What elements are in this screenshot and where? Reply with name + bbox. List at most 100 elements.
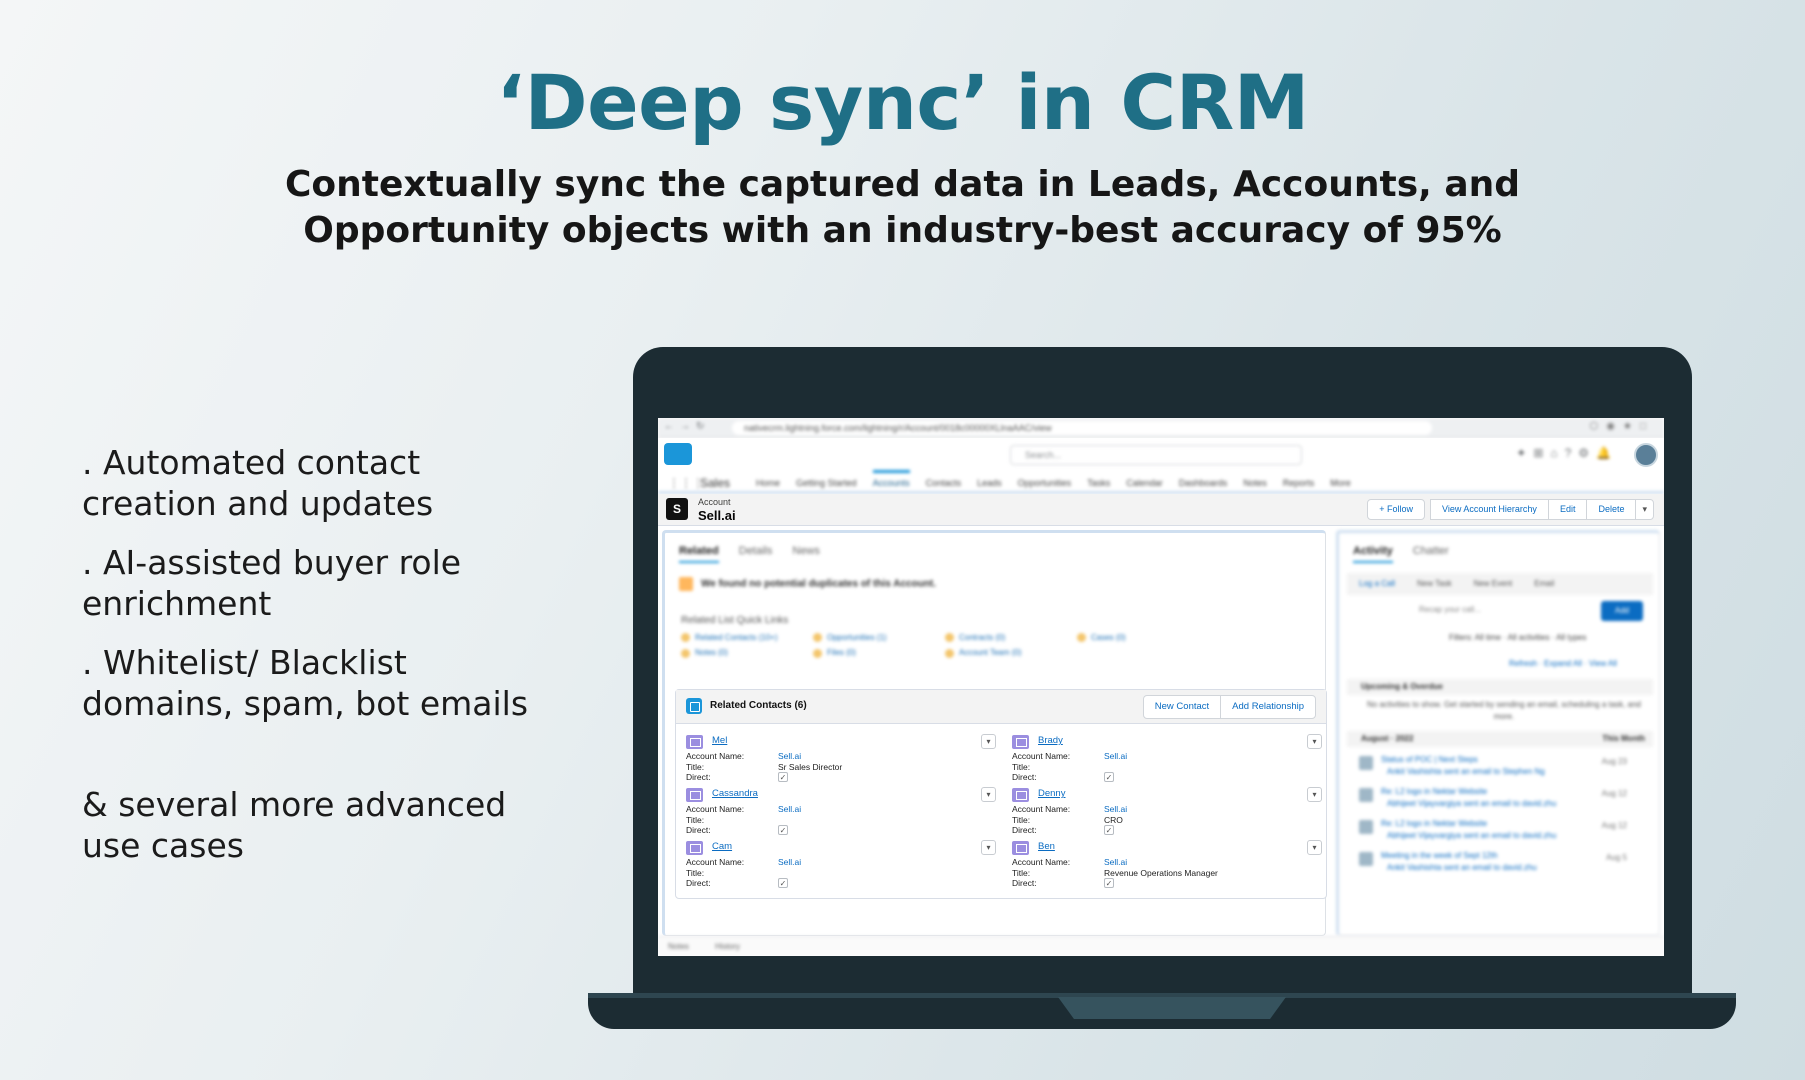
footer-notes[interactable]: Notes (668, 942, 689, 951)
contact-name-link[interactable]: Denny (1038, 788, 1065, 800)
row-actions-chevron-icon[interactable]: ▾ (981, 787, 996, 802)
account-name-value[interactable]: Sell.ai (1104, 751, 1127, 762)
subtab-log-a-call[interactable]: Log a Call (1359, 573, 1395, 595)
direct-checkbox: ✓ (778, 825, 788, 835)
browser-url[interactable]: nativecrm.lightning.force.com/lightning/… (732, 421, 1432, 435)
add-relationship-button[interactable]: Add Relationship (1220, 695, 1316, 719)
contact-icon (686, 841, 703, 855)
contact-tile: Cam ▾ Account Name: Sell.ai Title: Direct… (686, 838, 996, 890)
quick-link[interactable]: Notes (0) (681, 648, 813, 657)
header-utility-icons[interactable]: ✦⊞⌂?⚙🔔 (1516, 446, 1618, 460)
footer-history[interactable]: History (715, 942, 740, 951)
contact-name-link[interactable]: Cam (712, 841, 732, 853)
recap-call-input[interactable]: Recap your call... (1419, 605, 1569, 614)
quick-link[interactable]: Cases (0) (1077, 633, 1209, 642)
quick-link[interactable]: Account Team (0) (945, 648, 1077, 657)
tab-activity[interactable]: Activity (1353, 545, 1393, 563)
follow-button[interactable]: + Follow (1367, 499, 1426, 520)
nav-item-accounts[interactable]: Accounts (872, 470, 910, 488)
activity-item[interactable]: Status of POC | Next Steps Ankit Vashish… (1349, 753, 1649, 783)
nav-item-tasks[interactable]: Tasks (1087, 478, 1110, 488)
activity-item[interactable]: Re: L2 logo in Nektar Website Abhijeet V… (1349, 785, 1649, 815)
tab-details[interactable]: Details (739, 545, 773, 563)
edit-button[interactable]: Edit (1547, 499, 1588, 520)
more-actions-chevron-icon[interactable]: ▾ (1635, 499, 1654, 520)
account-name-label: Account Name: (1012, 857, 1071, 867)
contact-name-link[interactable]: Ben (1038, 841, 1055, 853)
activity-subtabs: Log a Call New Task New Event Email (1347, 573, 1653, 595)
account-name-value[interactable]: Sell.ai (1104, 857, 1127, 868)
contact-name-link[interactable]: Mel (712, 735, 727, 747)
browser-nav-icons[interactable]: ←→↻ (664, 421, 710, 432)
row-actions-chevron-icon[interactable]: ▾ (981, 734, 996, 749)
subtab-new-event[interactable]: New Event (1474, 573, 1513, 595)
activity-filters[interactable]: Filters: All time · All activities · All… (1449, 633, 1586, 642)
salesforce-logo[interactable] (664, 443, 692, 465)
nav-item-more[interactable]: More (1330, 478, 1351, 488)
account-icon: S (666, 498, 688, 520)
avatar[interactable] (1634, 443, 1658, 467)
account-name-value[interactable]: Sell.ai (778, 751, 801, 762)
title-value: CRO (1104, 814, 1123, 825)
feature-item: . Whitelist/ Blacklist domains, spam, bo… (82, 643, 529, 723)
nav-item-getting-started[interactable]: Getting Started (796, 478, 857, 488)
quick-link[interactable]: Contracts (0) (945, 633, 1077, 642)
view-account-hierarchy-button[interactable]: View Account Hierarchy (1430, 499, 1549, 520)
warning-icon (679, 577, 693, 591)
nav-item-dashboards[interactable]: Dashboards (1179, 478, 1228, 488)
nav-item-leads[interactable]: Leads (977, 478, 1002, 488)
quick-links: Related Contacts (10+) Opportunities (1)… (681, 633, 1209, 658)
quick-link[interactable]: Related Contacts (10+) (681, 633, 813, 642)
tab-news[interactable]: News (792, 545, 820, 563)
nav-item-reports[interactable]: Reports (1283, 478, 1315, 488)
activity-panel: Activity Chatter Log a Call New Task New… (1336, 530, 1660, 936)
headline: ‘Deep sync’ in CRM (496, 58, 1309, 147)
tab-related[interactable]: Related (679, 545, 719, 563)
row-actions-chevron-icon[interactable]: ▾ (1307, 840, 1322, 855)
app-header: Search... ✦⊞⌂?⚙🔔 (658, 438, 1664, 472)
subtab-new-task[interactable]: New Task (1417, 573, 1452, 595)
contact-name-link[interactable]: Cassandra (712, 788, 758, 800)
month-section-header[interactable]: August · 2022 This Month (1347, 731, 1653, 747)
activity-tabs: Activity Chatter (1353, 545, 1449, 563)
direct-checkbox: ✓ (1104, 878, 1114, 888)
account-name-value[interactable]: Sell.ai (778, 804, 801, 815)
tab-chatter[interactable]: Chatter (1413, 545, 1449, 563)
account-name-label: Account Name: (686, 857, 745, 867)
subtab-email[interactable]: Email (1534, 573, 1554, 595)
account-name-value[interactable]: Sell.ai (778, 857, 801, 868)
new-contact-button[interactable]: New Contact (1142, 695, 1222, 719)
app-launcher-icon[interactable]: ⋮⋮⋮ (668, 476, 704, 490)
row-actions-chevron-icon[interactable]: ▾ (1307, 734, 1322, 749)
add-button[interactable]: Add (1601, 601, 1643, 621)
utility-footer: Notes History (658, 936, 1664, 956)
feature-item: . AI-assisted buyer role enrichment (82, 543, 462, 623)
activity-links[interactable]: Refresh · Expand All · View All (1509, 659, 1617, 668)
title-label: Title: (1012, 814, 1031, 825)
record-header: S Account Sell.ai + Follow View Account … (658, 494, 1664, 526)
global-search-input[interactable]: Search... (1010, 445, 1302, 465)
quick-link[interactable]: Files (0) (813, 648, 945, 657)
quick-link[interactable]: Opportunities (1) (813, 633, 945, 642)
row-actions-chevron-icon[interactable]: ▾ (981, 840, 996, 855)
related-contacts-card: Related Contacts (6) New Contact Add Rel… (675, 689, 1327, 899)
direct-checkbox: ✓ (778, 878, 788, 888)
row-actions-chevron-icon[interactable]: ▾ (1307, 787, 1322, 802)
upcoming-section-header[interactable]: Upcoming & Overdue (1347, 679, 1653, 695)
laptop-notch (1058, 997, 1286, 1019)
contact-icon (686, 735, 703, 749)
contact-name-link[interactable]: Brady (1038, 735, 1063, 747)
delete-button[interactable]: Delete (1586, 499, 1637, 520)
nav-item-notes[interactable]: Notes (1243, 478, 1267, 488)
nav-item-calendar[interactable]: Calendar (1126, 478, 1163, 488)
nav-item-contacts[interactable]: Contacts (926, 478, 962, 488)
nav-item-home[interactable]: Home (756, 478, 780, 488)
nav-items: Home Getting Started Accounts Contacts L… (756, 470, 1351, 488)
browser-extension-icons[interactable]: ⬡◉★□ (1590, 421, 1654, 432)
nav-item-opportunities[interactable]: Opportunities (1018, 478, 1072, 488)
related-contacts-title: Related Contacts (6) (710, 700, 807, 711)
activity-item[interactable]: Meeting in the week of Sept 12th Ankit V… (1349, 849, 1649, 879)
contact-icon (686, 788, 703, 802)
account-name-value[interactable]: Sell.ai (1104, 804, 1127, 815)
activity-item[interactable]: Re: L2 logo in Nektar Website Abhijeet V… (1349, 817, 1649, 847)
